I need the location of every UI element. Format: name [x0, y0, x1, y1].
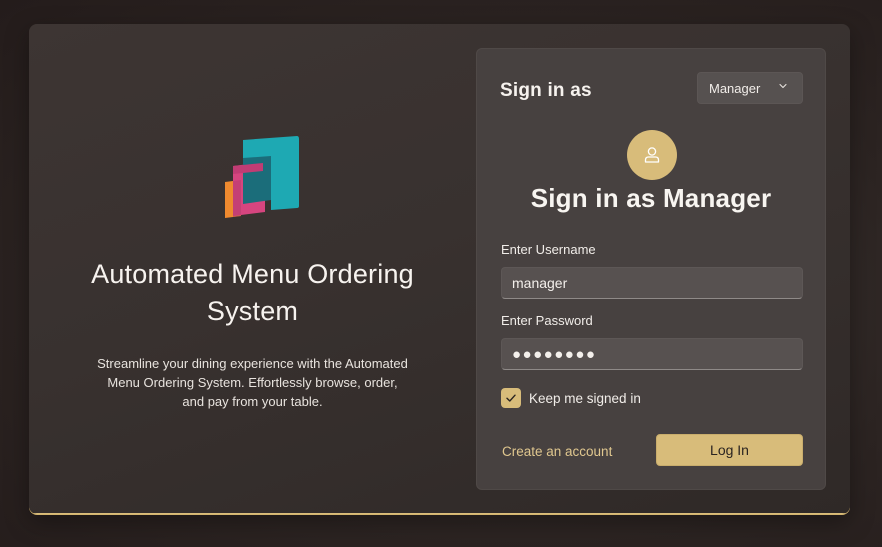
- keep-signed-in-row[interactable]: Keep me signed in: [501, 388, 641, 408]
- role-select[interactable]: Manager: [697, 72, 803, 104]
- checkmark-icon: [506, 394, 516, 402]
- username-label: Enter Username: [501, 242, 596, 257]
- username-field[interactable]: [501, 267, 803, 299]
- role-select-value: Manager: [709, 80, 761, 96]
- avatar: [627, 130, 677, 180]
- password-field[interactable]: [501, 338, 803, 370]
- signin-heading: Sign in as Manager: [530, 183, 772, 213]
- signin-as-label: Sign in as: [500, 80, 592, 101]
- app-title: Automated Menu Ordering System: [91, 259, 414, 326]
- branding-panel: Automated Menu Ordering System Streamlin…: [29, 24, 476, 514]
- app-logo-icon: [225, 136, 299, 218]
- user-icon: [644, 147, 660, 163]
- keep-signed-in-checkbox[interactable]: [501, 388, 521, 408]
- login-button[interactable]: Log In: [656, 434, 803, 466]
- chevron-down-icon: [779, 83, 787, 89]
- app-description: Streamline your dining experience with t…: [97, 356, 408, 409]
- keep-signed-in-label: Keep me signed in: [529, 390, 641, 406]
- password-label: Enter Password: [501, 313, 593, 328]
- login-window: Automated Menu Ordering System Streamlin…: [29, 24, 850, 514]
- app-background: Automated Menu Ordering System Streamlin…: [0, 0, 882, 547]
- create-account-link[interactable]: Create an account: [502, 444, 612, 459]
- signin-card: Sign in as Manager Sign in as Manager En…: [476, 48, 826, 490]
